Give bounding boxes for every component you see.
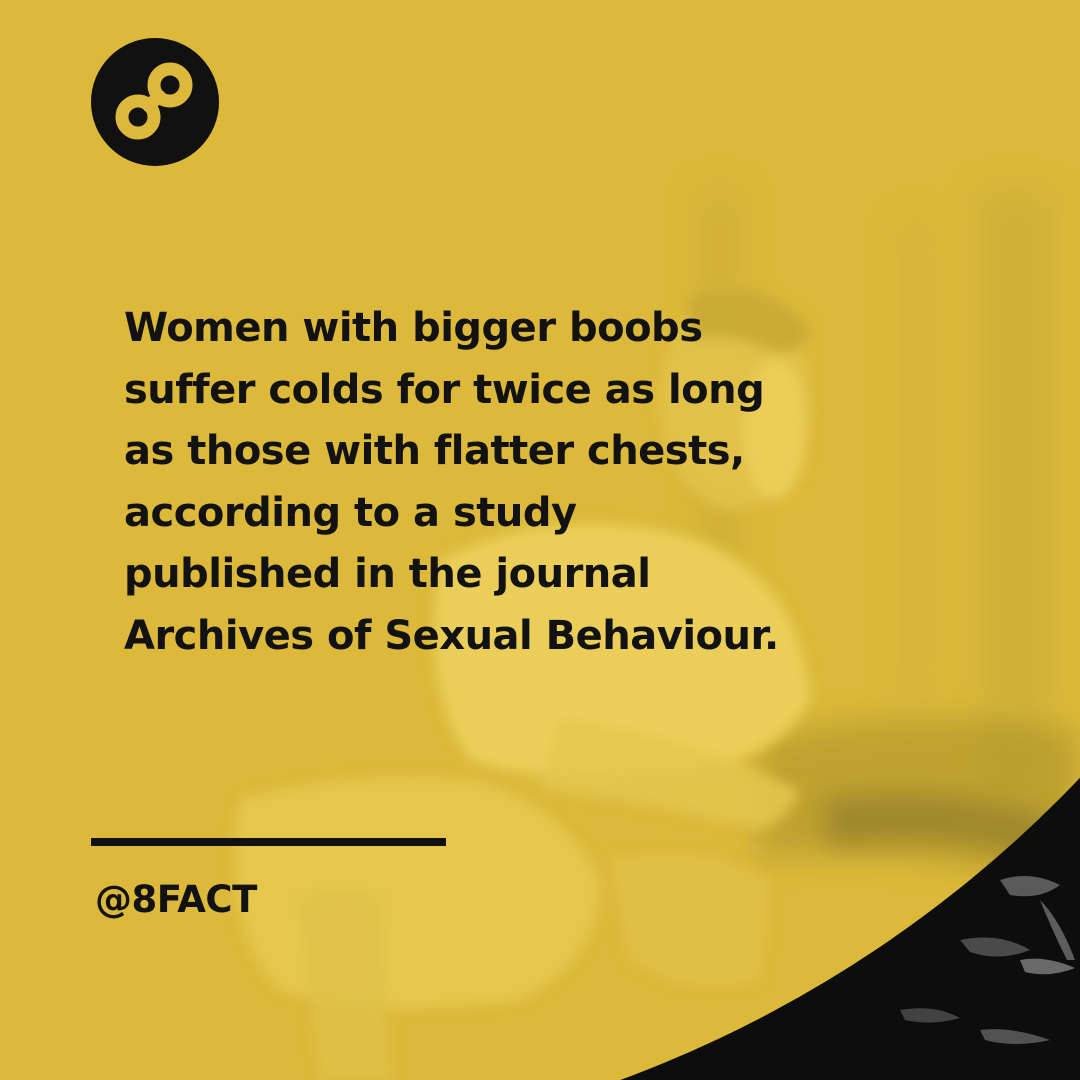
infinity-eight-icon	[115, 62, 193, 140]
fact-text: Women with bigger boobs suffer colds for…	[124, 305, 779, 659]
fact-card: Women with bigger boobs suffer colds for…	[0, 0, 1080, 1080]
brand-logo	[91, 38, 219, 166]
account-handle: @8FACT	[95, 878, 257, 921]
divider-line	[91, 838, 446, 846]
